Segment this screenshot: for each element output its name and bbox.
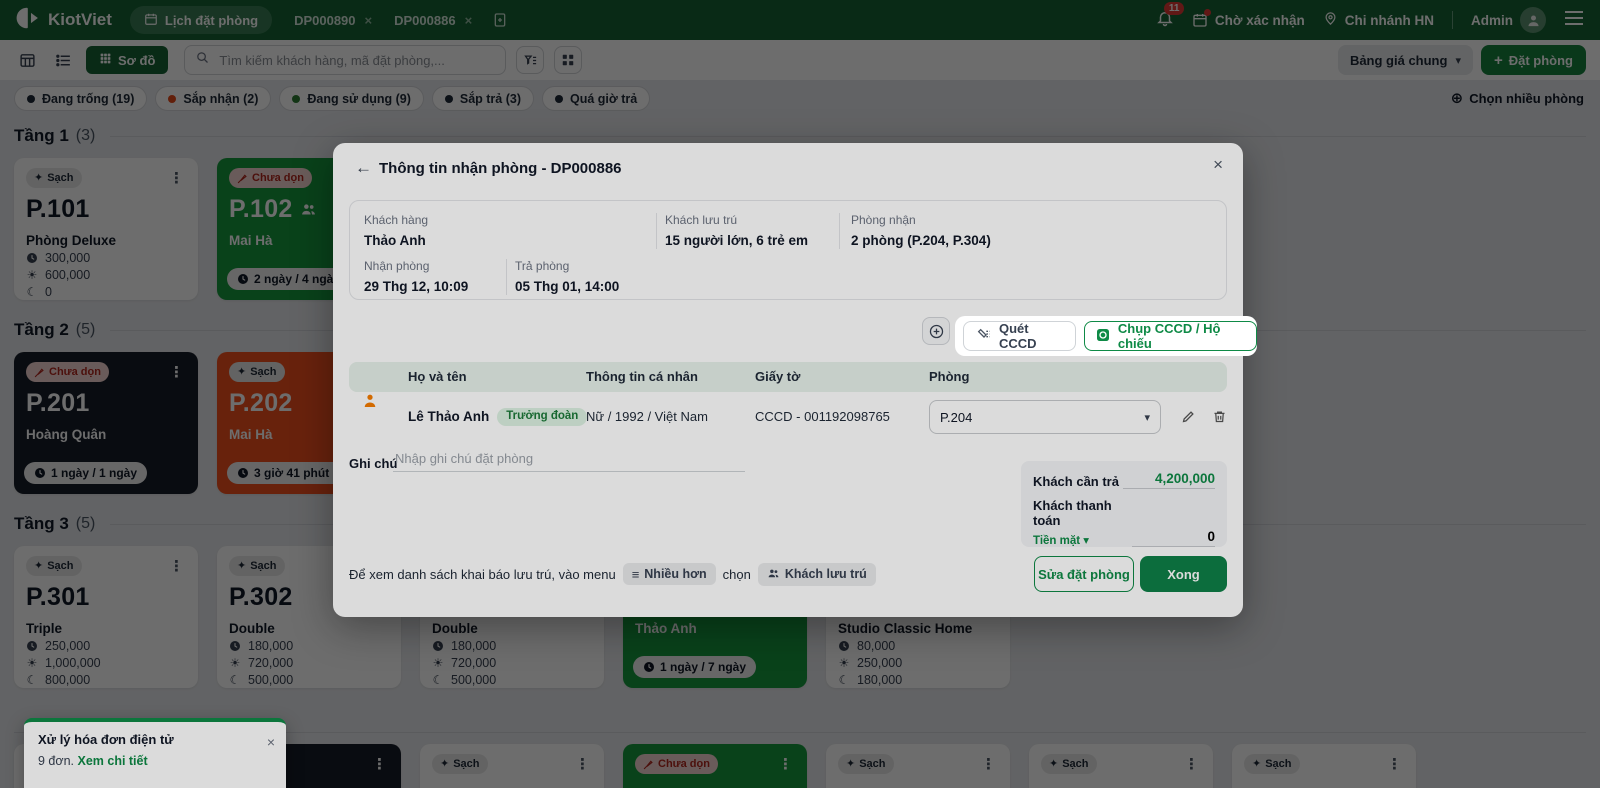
tutorial-dim-overlay [0, 0, 1600, 788]
capture-cccd-button[interactable]: Chụp CCCD / Hộ chiếu [1083, 321, 1257, 351]
camera-icon [1095, 327, 1111, 346]
scanner-icon [976, 327, 992, 346]
app-root: KiotViet Lịch đặt phòng DP000890 × DP000… [0, 0, 1600, 788]
capture-cccd-label: Chụp CCCD / Hộ chiếu [1117, 321, 1221, 351]
scan-cccd-button[interactable]: Quét CCCD [963, 321, 1076, 351]
scan-cccd-label: Quét CCCD [999, 321, 1037, 351]
cccd-spotlight: Quét CCCD Chụp CCCD / Hộ chiếu [955, 316, 1257, 356]
